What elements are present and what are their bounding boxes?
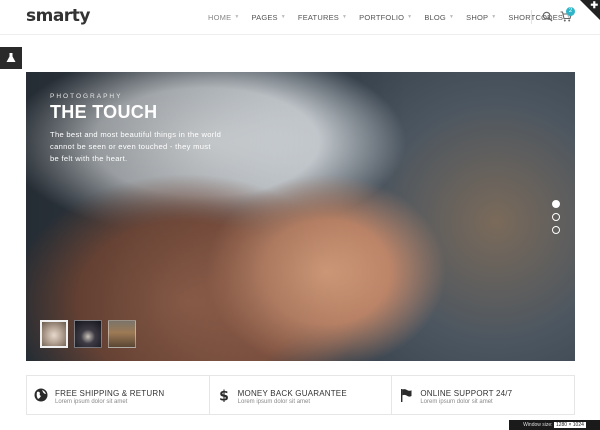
feature-subtitle: Lorem ipsum dolor sit amet: [237, 399, 311, 405]
slide-thumbnail-2[interactable]: [74, 320, 102, 348]
chevron-down-icon: ▼: [448, 14, 455, 20]
svg-text:$: $: [219, 389, 229, 403]
slider-dot-3[interactable]: [552, 226, 560, 234]
nav-divider: [531, 10, 532, 24]
chevron-down-icon: ▼: [491, 14, 497, 20]
nav-blog[interactable]: BLOG ▼: [424, 13, 454, 22]
hero-kicker: PHOTOGRAPHY: [50, 93, 123, 100]
nav-home-label: HOME: [208, 12, 232, 22]
hero-slider[interactable]: PHOTOGRAPHY THE TOUCH The best and most …: [26, 72, 575, 361]
nav-portfolio[interactable]: PORTFOLIO ▼: [359, 13, 412, 22]
window-size-label: Window size:: [523, 422, 553, 428]
features-bar: FREE SHIPPING & RETURN Lorem ipsum dolor…: [26, 375, 575, 415]
feature-title: ONLINE SUPPORT 24/7: [420, 389, 513, 398]
nav-features[interactable]: FEATURES ▼: [298, 13, 347, 22]
feature-title: MONEY BACK GUARANTEE: [237, 389, 347, 398]
feature-title: FREE SHIPPING & RETURN: [55, 389, 165, 398]
hero-title: THE TOUCH: [50, 102, 158, 122]
flag-icon: [401, 389, 412, 402]
nav-blog-label: BLOG: [424, 12, 446, 22]
nav-shop-label: SHOP: [466, 12, 489, 22]
feature-support: ONLINE SUPPORT 24/7 Lorem ipsum dolor si…: [392, 376, 574, 414]
slider-dot-1[interactable]: [552, 200, 560, 208]
nav-pages[interactable]: PAGES ▼: [251, 13, 285, 22]
site-logo[interactable]: smarty: [26, 6, 90, 26]
window-size-indicator: Window size: 1280 × 1024: [509, 420, 600, 430]
search-icon[interactable]: [542, 11, 553, 22]
cart-count-badge: 2: [566, 7, 575, 16]
nav-portfolio-label: PORTFOLIO: [359, 12, 405, 22]
chevron-down-icon: ▼: [407, 14, 413, 20]
nav-pages-label: PAGES: [251, 12, 278, 22]
slide-thumbnail-1[interactable]: [40, 320, 68, 348]
plus-icon[interactable]: ✚: [590, 0, 598, 11]
chevron-down-icon: ▼: [280, 14, 286, 20]
feature-shipping: FREE SHIPPING & RETURN Lorem ipsum dolor…: [27, 376, 210, 414]
nav-features-label: FEATURES: [297, 12, 339, 22]
feature-subtitle: Lorem ipsum dolor sit amet: [420, 399, 493, 405]
nav-shop[interactable]: SHOP ▼: [466, 13, 496, 22]
window-size-value: 1280 × 1024: [553, 422, 586, 428]
chevron-down-icon: ▼: [341, 14, 348, 20]
globe-icon: [34, 388, 48, 402]
feature-money-back: $ MONEY BACK GUARANTEE Lorem ipsum dolor…: [210, 376, 393, 414]
flask-icon: [6, 53, 16, 62]
feature-subtitle: Lorem ipsum dolor sit amet: [55, 399, 128, 405]
style-switcher-tab[interactable]: [0, 47, 22, 69]
slide-thumbnail-3[interactable]: [108, 320, 136, 348]
slider-pagination: [552, 200, 560, 239]
slider-thumbnails: [40, 320, 142, 348]
slider-dot-2[interactable]: [552, 213, 560, 221]
hero-description: The best and most beautiful things in th…: [50, 130, 222, 163]
dollar-icon: $: [219, 389, 229, 403]
chevron-down-icon: ▼: [234, 14, 240, 20]
site-header: smarty HOME ▼ PAGES ▼ FEATURES ▼ PORTFOLIO ▼…: [0, 0, 600, 35]
main-nav: HOME ▼ PAGES ▼ FEATURES ▼ PORTFOLIO ▼ BLOG ▼ …: [208, 0, 583, 34]
nav-home[interactable]: HOME ▼: [208, 13, 239, 22]
nav-shortcodes-label: SHORTCODES: [508, 12, 564, 22]
